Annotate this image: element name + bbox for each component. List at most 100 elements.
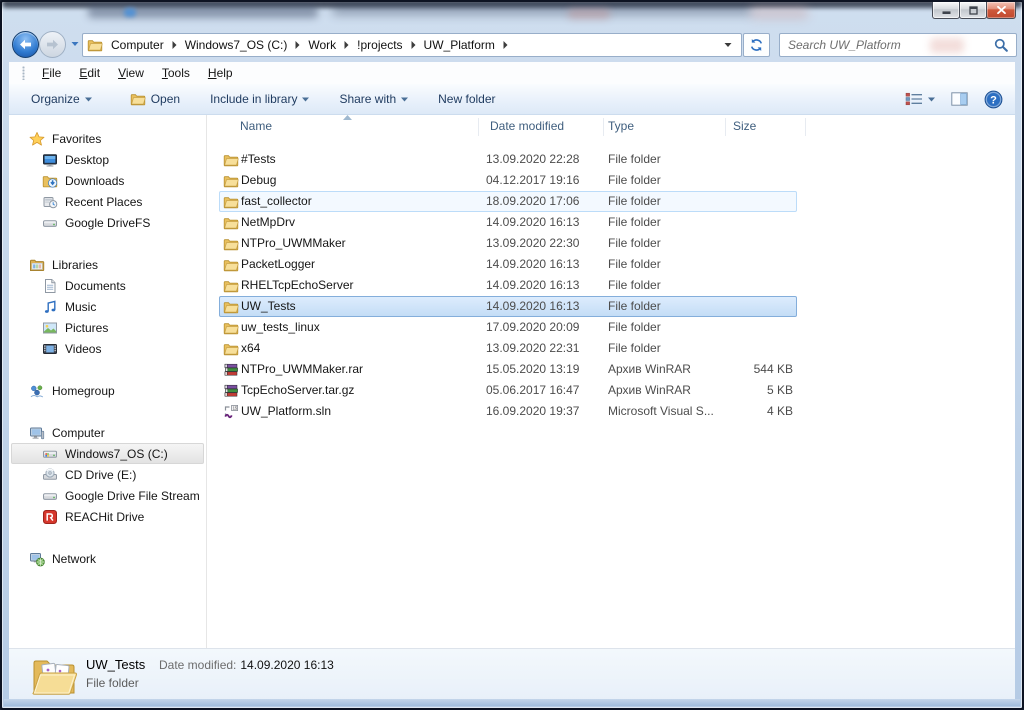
help-icon: ? [984, 90, 1003, 109]
file-row-packetlogger[interactable]: PacketLogger14.09.2020 16:13File folder [219, 254, 797, 275]
star-icon [29, 131, 45, 147]
file-row-uw-platform-sln[interactable]: 15UW_Platform.sln16.09.2020 19:37Microso… [219, 401, 797, 422]
sidebar-item-computer[interactable]: Computer [9, 422, 206, 443]
sidebar-item-music[interactable]: Music [11, 296, 204, 317]
sidebar-item-windows7-os-c[interactable]: Windows7_OS (C:) [11, 443, 204, 464]
help-button[interactable]: ? [984, 90, 1003, 109]
open-label: Open [151, 92, 180, 106]
column-header-name[interactable]: Name [240, 119, 272, 133]
homegroup-icon [29, 383, 45, 399]
file-row-tests[interactable]: #Tests13.09.2020 22:28File folder [219, 149, 797, 170]
file-row-uw-tests-linux[interactable]: uw_tests_linux17.09.2020 20:09File folde… [219, 317, 797, 338]
column-resize-handle[interactable] [478, 118, 479, 136]
include-in-library-button[interactable]: Include in library [210, 92, 309, 106]
breadcrumb-separator-icon[interactable] [503, 41, 508, 49]
search-input[interactable]: Search UW_Platform [788, 38, 994, 52]
column-resize-handle[interactable] [725, 118, 726, 136]
sidebar-label: Google DriveFS [65, 216, 150, 230]
address-bar[interactable]: Computer Windows7_OS (C:) Work !projects UW_… [82, 33, 742, 57]
column-resize-handle[interactable] [603, 118, 604, 136]
file-row-uw-tests[interactable]: UW_Tests14.09.2020 16:13File folder [219, 296, 797, 317]
gdrive-icon [42, 215, 58, 231]
date-modified-value: 14.09.2020 16:13 [240, 658, 333, 672]
menu-view[interactable]: View [109, 64, 153, 82]
recent-icon [42, 194, 58, 210]
breadcrumb-computer[interactable]: Computer [109, 38, 166, 52]
menu-tools[interactable]: Tools [153, 64, 199, 82]
column-header-date[interactable]: Date modified [490, 119, 564, 133]
sidebar-item-network[interactable]: Network [9, 548, 206, 569]
background-window-blur [750, 7, 808, 19]
file-type: File folder [608, 339, 734, 358]
sidebar-item-videos[interactable]: Videos [11, 338, 204, 359]
menu-help[interactable]: Help [199, 64, 242, 82]
file-row-rheltcpechoserver[interactable]: RHELTcpEchoServer14.09.2020 16:13File fo… [219, 275, 797, 296]
sidebar-item-pictures[interactable]: Pictures [11, 317, 204, 338]
minimize-button[interactable] [932, 2, 960, 19]
file-row-ntpro-uwmmaker[interactable]: NTPro_UWMMaker13.09.2020 22:30File folde… [219, 233, 797, 254]
back-button[interactable] [12, 31, 39, 58]
organize-label: Organize [31, 92, 80, 106]
navigation-bar: Computer Windows7_OS (C:) Work !projects UW_… [2, 30, 1022, 60]
sidebar-item-downloads[interactable]: Downloads [11, 170, 204, 191]
change-view-button[interactable] [905, 92, 935, 106]
file-size: 5 KB [698, 381, 793, 400]
toolbar-grip [22, 66, 25, 80]
downloads-icon [42, 173, 58, 189]
sort-ascending-icon [343, 115, 352, 120]
file-row-x64[interactable]: x6413.09.2020 22:31File folder [219, 338, 797, 359]
breadcrumb-windows7-os-c[interactable]: Windows7_OS (C:) [183, 38, 290, 52]
refresh-icon [749, 38, 764, 52]
column-header-size[interactable]: Size [733, 119, 756, 133]
file-row-ntpro-uwmmaker-rar[interactable]: NTPro_UWMMaker.rar15.05.2020 13:19Архив … [219, 359, 797, 380]
sidebar-section-computer: ComputerWindows7_OS (C:)CD Drive (E:)Goo… [9, 422, 206, 527]
breadcrumb-separator-icon[interactable] [295, 41, 300, 49]
open-button[interactable]: Open [130, 91, 180, 107]
new-folder-button[interactable]: New folder [438, 92, 495, 106]
menu-items: FileEditViewToolsHelp [33, 64, 242, 82]
file-size: 544 KB [698, 360, 793, 379]
file-row-netmpdrv[interactable]: NetMpDrv14.09.2020 16:13File folder [219, 212, 797, 233]
sidebar-item-reachit-drive[interactable]: REACHit Drive [11, 506, 204, 527]
sidebar-item-recent-places[interactable]: Recent Places [11, 191, 204, 212]
close-button[interactable] [986, 2, 1016, 19]
menu-file[interactable]: File [33, 64, 70, 82]
details-pane: UW_Tests Date modified:14.09.2020 16:13 … [9, 648, 1015, 701]
sidebar-item-google-drivefs[interactable]: Google DriveFS [11, 212, 204, 233]
sidebar-item-desktop[interactable]: Desktop [11, 149, 204, 170]
menu-edit[interactable]: Edit [70, 64, 109, 82]
breadcrumb-separator-icon[interactable] [411, 41, 416, 49]
sidebar-label: Desktop [65, 153, 109, 167]
sidebar-item-google-drive-file-stream-g[interactable]: Google Drive File Stream (G: [11, 485, 204, 506]
breadcrumb-work[interactable]: Work [306, 38, 338, 52]
refresh-button[interactable] [743, 33, 770, 57]
include-label: Include in library [210, 92, 297, 106]
breadcrumb-uw-platform[interactable]: UW_Platform [422, 38, 497, 52]
breadcrumb-projects[interactable]: !projects [355, 38, 404, 52]
file-row-tcpechoserver-tar-gz[interactable]: TcpEchoServer.tar.gz05.06.2017 16:47Архи… [219, 380, 797, 401]
gdrive-icon [42, 488, 58, 504]
maximize-button[interactable] [959, 2, 987, 19]
column-header-type[interactable]: Type [608, 119, 634, 133]
sidebar-item-favorites[interactable]: Favorites [9, 128, 206, 149]
file-row-fast-collector[interactable]: fast_collector18.09.2020 17:06File folde… [219, 191, 797, 212]
sidebar-item-homegroup[interactable]: Homegroup [9, 380, 206, 401]
column-resize-handle[interactable] [805, 118, 806, 136]
title-bar[interactable] [2, 2, 1022, 30]
organize-button[interactable]: Organize [31, 92, 92, 106]
file-row-debug[interactable]: Debug04.12.2017 19:16File folder [219, 170, 797, 191]
recent-pages-dropdown[interactable] [71, 41, 79, 47]
main-area: Favorites Desktop DownloadsRecent Places Go… [9, 115, 1015, 648]
address-dropdown-icon[interactable] [724, 42, 732, 48]
sidebar-item-libraries[interactable]: Libraries [9, 254, 206, 275]
forward-button[interactable] [39, 31, 66, 58]
search-box[interactable]: Search UW_Platform [779, 33, 1017, 57]
background-window-blur [2, 2, 1022, 8]
share-with-button[interactable]: Share with [339, 92, 408, 106]
preview-pane-button[interactable] [951, 92, 968, 106]
sidebar-item-cd-drive-e[interactable]: CD Drive (E:) [11, 464, 204, 485]
navigation-pane: Favorites Desktop DownloadsRecent Places Go… [9, 115, 206, 648]
breadcrumb-separator-icon[interactable] [172, 41, 177, 49]
sidebar-item-documents[interactable]: Documents [11, 275, 204, 296]
breadcrumb-separator-icon[interactable] [344, 41, 349, 49]
